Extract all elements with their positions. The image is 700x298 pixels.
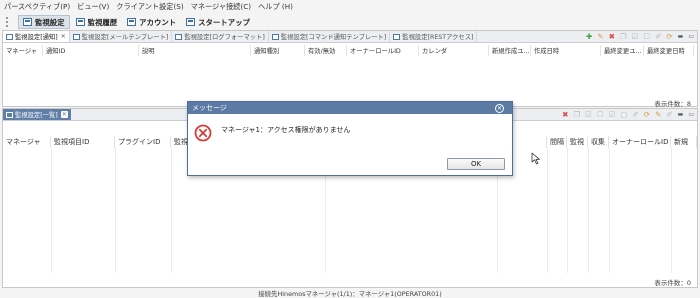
mouse-cursor-icon (531, 152, 540, 165)
toolbar-grip (6, 17, 12, 27)
settings-icon[interactable]: ✐ (666, 110, 672, 120)
notification-toolbar: ✚ ✎ ✖ ❐ ☑ ☐ ✐ ⟳ ▬ ▭ (581, 31, 694, 42)
column-header[interactable]: 収集 (588, 136, 609, 148)
column-header[interactable]: 新規作成ユ... (489, 45, 531, 56)
column-header[interactable]: カレンダ (419, 45, 489, 56)
refresh-icon[interactable]: ⟳ (644, 110, 650, 120)
disable-icon[interactable]: ☐ (597, 110, 604, 120)
column-divider (609, 148, 610, 273)
delete-icon[interactable]: ✖ (562, 110, 568, 120)
column-header[interactable]: 最終変更ユ... (601, 45, 644, 56)
notification-count-label: 表示件数：8 (654, 100, 691, 108)
maximize-icon[interactable]: ▭ (688, 32, 694, 42)
perspective-bar: 監視設定 監視履歴 アカウント スタートアップ (0, 14, 700, 30)
tab-rest-access[interactable]: 監視設定[RESTアクセス] (390, 31, 478, 42)
copy-icon[interactable]: ❐ (620, 32, 627, 42)
clear-icon[interactable]: ☑ (609, 110, 616, 120)
column-header[interactable]: 作成日時 (531, 45, 601, 56)
column-header[interactable]: 通知種別 (251, 45, 305, 56)
status-bar: 接続先Hinemosマネージャ(1/1)：マネージャ1(OPERATOR01) (258, 289, 442, 298)
column-header[interactable]: マネージャ (3, 45, 43, 56)
monitor-count-label: 表示件数：0 (654, 279, 691, 287)
monitor-toolbar: ✖ ❐ ☑ ☐ ☑ ▢ ✐ ⟳ ✎ ✐ ▬ ▭ (558, 109, 694, 120)
object-privilege-icon[interactable]: ✐ (655, 32, 661, 42)
dialog-message: マネージャ1：アクセス権限がありません (221, 126, 351, 134)
column-header[interactable]: オーナーロールID (609, 136, 671, 148)
menu-bar: パースペクティブ(P) ビュー(V) クライアント設定(S) マネージャ接続(C… (0, 0, 700, 14)
close-icon[interactable]: ✕ (495, 104, 504, 113)
column-header[interactable]: 説明 (139, 45, 251, 56)
column-header[interactable]: マネージャ (3, 136, 51, 148)
column-header[interactable]: 監視項目ID (51, 136, 115, 148)
menu-help[interactable]: ヘルプ (H) (258, 2, 293, 12)
collect-icon[interactable]: ▢ (620, 110, 627, 120)
perspective-icon (127, 18, 137, 26)
column-divider (51, 148, 52, 273)
view-icon (6, 33, 13, 40)
view-icon (6, 111, 13, 118)
close-icon[interactable]: ✕ (61, 33, 66, 40)
tab-command-template[interactable]: 監視設定[コマンド通知テンプレート] (269, 31, 391, 42)
column-header[interactable]: 有効/無効 (305, 45, 347, 56)
column-divider (588, 148, 589, 273)
notification-table-header: マネージャ 通知ID 説明 通知種別 有効/無効 オーナーロールID カレンダ … (3, 45, 697, 56)
delete-icon[interactable]: ✖ (609, 32, 615, 42)
filter-icon[interactable]: ✎ (655, 110, 661, 120)
minimize-icon[interactable]: ▬ (678, 110, 684, 120)
perspective-icon (186, 18, 196, 26)
menu-view[interactable]: ビュー(V) (77, 2, 109, 12)
column-header[interactable]: 監視 (567, 136, 588, 148)
menu-perspective[interactable]: パースペクティブ(P) (4, 2, 70, 12)
menu-client-settings[interactable]: クライアント設定(S) (116, 2, 183, 12)
disable-icon[interactable]: ☐ (643, 32, 650, 42)
enable-icon[interactable]: ☑ (585, 110, 592, 120)
close-icon[interactable]: ✕ (60, 111, 68, 118)
tab-log-format[interactable]: 監視設定[ログフォーマット] (172, 31, 269, 42)
column-divider (671, 148, 672, 273)
message-dialog: メッセージ ✕ マネージャ1：アクセス権限がありません OK (187, 101, 513, 176)
error-icon (194, 124, 212, 142)
tab-mail-template[interactable]: 監視設定[メールテンプレート] (70, 31, 173, 42)
refresh-icon[interactable]: ⟳ (666, 32, 672, 42)
perspective-account[interactable]: アカウント (123, 15, 180, 29)
column-divider (115, 148, 116, 273)
column-divider (547, 148, 548, 273)
tab-notification[interactable]: 監視設定[通知] ✕ (3, 31, 70, 42)
edit-icon[interactable]: ✎ (597, 32, 603, 42)
column-header[interactable]: 新規 (671, 136, 697, 148)
column-header[interactable]: 通知ID (43, 45, 139, 56)
minimize-icon[interactable]: ▬ (678, 32, 684, 42)
ok-button[interactable]: OK (447, 158, 505, 170)
perspective-icon (23, 18, 32, 26)
perspective-icon (75, 18, 85, 26)
tab-monitor-list[interactable]: 監視設定[一覧] ✕ (3, 109, 71, 120)
menu-manager-connection[interactable]: マネージャ接続(C) (191, 2, 251, 12)
view-icon (271, 33, 279, 40)
copy-icon[interactable]: ❐ (573, 110, 580, 120)
view-icon (72, 33, 80, 40)
view-icon (393, 33, 401, 40)
view-icon (175, 33, 183, 40)
maximize-icon[interactable]: ▭ (688, 110, 694, 120)
notification-view: 監視設定[通知] ✕ 監視設定[メールテンプレート] 監視設定[ログフォーマット… (2, 30, 698, 108)
perspective-monitor-history[interactable]: 監視履歴 (72, 15, 122, 29)
column-header[interactable]: 最終変更日時 (644, 45, 694, 56)
enable-icon[interactable]: ☑ (632, 32, 639, 42)
add-icon[interactable]: ✚ (586, 32, 592, 42)
column-divider (567, 148, 568, 273)
notification-view-tabs: 監視設定[通知] ✕ 監視設定[メールテンプレート] 監視設定[ログフォーマット… (3, 31, 697, 43)
column-header[interactable]: オーナーロールID (347, 45, 419, 56)
column-header[interactable]: プラグインID (115, 136, 171, 148)
object-privilege-icon[interactable]: ✐ (632, 110, 638, 120)
dialog-title: メッセージ (188, 102, 512, 114)
column-header[interactable]: 間隔 (547, 136, 567, 148)
perspective-monitor-settings[interactable]: 監視設定 (18, 15, 70, 29)
column-divider (171, 148, 172, 273)
perspective-startup[interactable]: スタートアップ (182, 15, 254, 29)
